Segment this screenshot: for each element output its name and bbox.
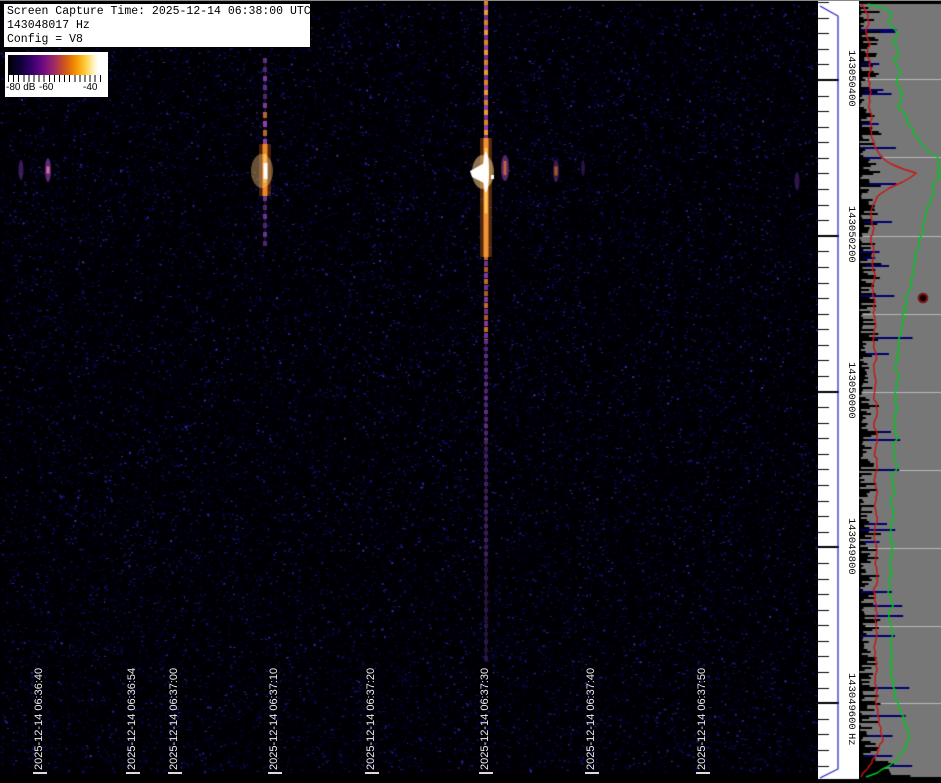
time-axis-tick [33,772,47,774]
spectrum-panel [859,0,941,783]
colormap-gradient-bar [8,55,105,75]
time-axis-label: 2025-12-14 06:37:00 [168,668,181,770]
frequency-axis-label: 143049800 [844,518,857,580]
frequency-axis-label: 143050400 [844,50,857,112]
time-axis-tick [268,772,282,774]
config-line: Config = V8 [7,33,310,47]
time-axis-tick [479,772,493,774]
time-axis-label: 2025-12-14 06:37:10 [268,668,281,770]
time-axis-label: 2025-12-14 06:36:54 [126,668,139,770]
time-axis-label: 2025-12-14 06:36:40 [33,668,46,770]
spectrum-capture-window: Screen Capture Time: 2025-12-14 06:38:00… [0,0,941,783]
center-frequency-line: 143048017 Hz [7,19,310,33]
colormap-legend: -80 dB -60 -40 [5,52,108,97]
capture-info-box: Screen Capture Time: 2025-12-14 06:38:00… [3,3,311,48]
window-border-top [0,0,941,1]
colormap-db-label: -80 dB [6,82,35,94]
time-axis-tick [585,772,599,774]
time-axis-label: 2025-12-14 06:37:30 [479,668,492,770]
frequency-axis-label: 143050200 [844,206,857,268]
time-axis-label: 2025-12-14 06:37:20 [365,668,378,770]
frequency-axis-unit: Hz [844,733,857,783]
time-axis-tick [126,772,140,774]
time-axis-tick [696,772,710,774]
colormap-tick-marks [8,75,105,82]
time-axis-label: 2025-12-14 06:37:40 [585,668,598,770]
colormap-db-label: -40 [83,82,97,94]
spectrogram-waterfall [0,0,818,783]
frequency-axis-label: 143049600 [844,673,857,735]
time-axis-tick [365,772,379,774]
time-axis-tick [168,772,182,774]
frequency-axis-label: 143050000 [844,362,857,424]
colormap-db-label: -60 [39,82,53,94]
capture-time-line: Screen Capture Time: 2025-12-14 06:38:00… [7,5,310,19]
time-axis-label: 2025-12-14 06:37:50 [696,668,709,770]
